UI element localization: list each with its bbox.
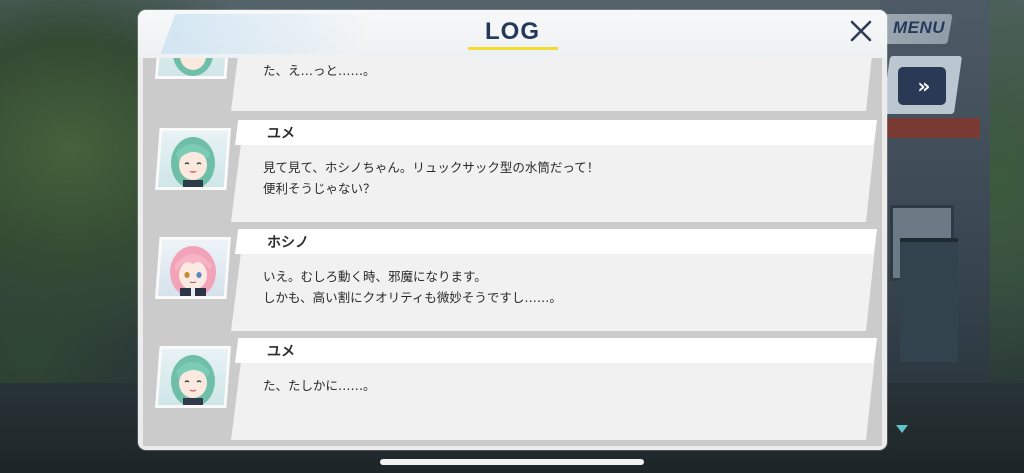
yume-portrait-icon — [171, 137, 215, 187]
log-title: LOG — [485, 18, 540, 45]
menu-button-label: MENU — [892, 18, 946, 37]
hoshino-portrait-icon — [170, 246, 216, 296]
log-bubble: ユメ た、たしかに……。 — [231, 338, 877, 440]
close-button[interactable] — [844, 14, 878, 48]
yume-portrait-icon — [171, 355, 215, 405]
log-header: LOG — [138, 10, 887, 58]
dialogue-line: 便利そうじゃない？ — [263, 181, 376, 196]
avatar-yume — [155, 346, 231, 408]
yume-portrait-icon — [173, 58, 213, 76]
log-entry: ホシノ いえ。むしろ動く時、邪魔になります。 しかも、高い割にクオリティも微妙そ… — [143, 229, 882, 333]
dialogue-line: た、たしかに……。 — [263, 378, 376, 393]
speaker-name: ユメ — [267, 344, 295, 360]
speaker-name: ホシノ — [267, 235, 309, 251]
log-entry: ユメ た、たしかに……。 — [143, 338, 882, 442]
log-list[interactable]: た、え…っと……。 ユメ 見て見て、ホシノちゃん。リュックサック型の水筒だって！… — [143, 58, 882, 446]
log-bubble: ホシノ いえ。むしろ動く時、邪魔になります。 しかも、高い割にクオリティも微妙そ… — [231, 229, 877, 331]
dialogue-line: しかも、高い割にクオリティも微妙そうですし……。 — [263, 290, 562, 305]
home-indicator[interactable] — [380, 459, 644, 465]
avatar-yume — [155, 58, 231, 79]
dialogue-line: 見て見て、ホシノちゃん。リュックサック型の水筒だって！ — [263, 160, 600, 175]
dialogue-line: いえ。むしろ動く時、邪魔になります。 — [263, 269, 487, 284]
log-bubble: た、え…っと……。 — [231, 58, 877, 111]
log-entry: た、え…っと……。 — [143, 58, 882, 113]
avatar-yume — [155, 128, 231, 190]
close-icon — [850, 20, 872, 42]
speaker-name: ユメ — [267, 126, 295, 142]
log-panel: LOG た、え…っと……。 ユメ 見て見て、ホシノちゃん。リュックサック型の水筒… — [138, 10, 887, 450]
dialogue-line: た、え…っと……。 — [263, 63, 376, 78]
scroll-down-icon[interactable] — [894, 424, 910, 434]
title-underline — [468, 47, 558, 50]
log-entry: ユメ 見て見て、ホシノちゃん。リュックサック型の水筒だって！ 便利そうじゃない？ — [143, 120, 882, 224]
fast-forward-icon[interactable]: » — [898, 67, 946, 105]
log-bubble: ユメ 見て見て、ホシノちゃん。リュックサック型の水筒だって！ 便利そうじゃない？ — [231, 120, 877, 222]
avatar-hoshino — [155, 237, 231, 299]
